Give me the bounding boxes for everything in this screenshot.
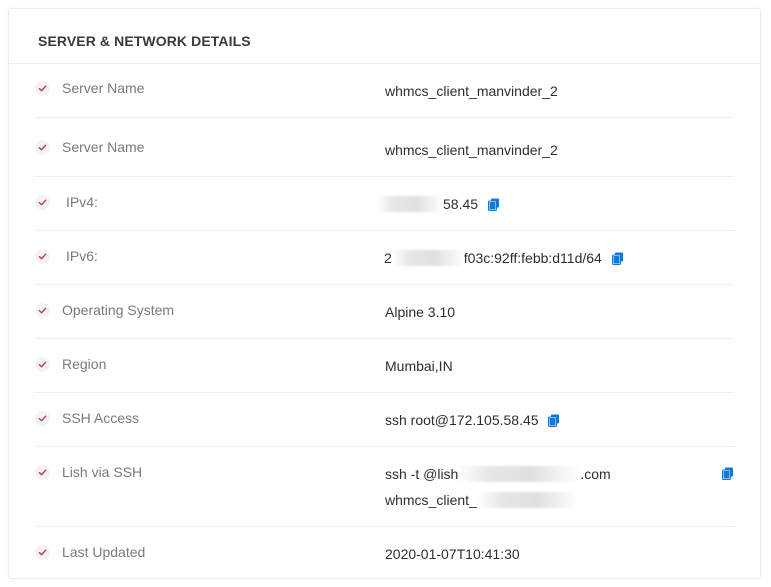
detail-label: Last Updated bbox=[62, 544, 146, 560]
detail-label: IPv6: bbox=[66, 248, 98, 264]
ipv6-prefix: 2 bbox=[384, 250, 392, 266]
copy-icon[interactable] bbox=[487, 198, 500, 211]
copy-icon[interactable] bbox=[722, 467, 734, 480]
check-icon bbox=[35, 357, 50, 372]
detail-value: 2 f03c:92ff:febb:d11d/64 bbox=[384, 250, 624, 266]
detail-row-last-updated: Last Updated 2020-01-07T10:41:30 bbox=[35, 527, 734, 577]
detail-label: Region bbox=[62, 356, 107, 372]
detail-label: IPv4: bbox=[66, 194, 98, 210]
detail-value: 2020-01-07T10:41:30 bbox=[385, 546, 520, 562]
check-icon bbox=[35, 140, 50, 155]
detail-row-region: Region Mumbai,IN bbox=[35, 339, 734, 393]
redacted-text bbox=[391, 250, 464, 266]
detail-row-ipv4: IPv4: 58.45 bbox=[35, 177, 734, 231]
check-icon bbox=[35, 465, 50, 480]
ipv4-visible: 58.45 bbox=[443, 196, 479, 212]
check-icon bbox=[35, 249, 50, 264]
check-icon bbox=[35, 303, 50, 318]
redacted-text bbox=[377, 196, 443, 212]
ssh-access-command: ssh root@172.105.58.45 bbox=[385, 412, 539, 428]
copy-icon[interactable] bbox=[548, 414, 560, 427]
detail-value: 58.45 bbox=[377, 196, 500, 212]
ipv6-visible: f03c:92ff:febb:d11d/64 bbox=[463, 250, 602, 266]
detail-label: SSH Access bbox=[62, 410, 140, 426]
check-icon bbox=[35, 81, 50, 96]
check-icon bbox=[35, 545, 50, 560]
detail-label: Lish via SSH bbox=[62, 464, 143, 480]
lish-user-prefix: whmcs_client_ bbox=[385, 492, 477, 508]
lish-command-suffix: .com bbox=[580, 466, 611, 482]
check-icon bbox=[35, 195, 50, 210]
detail-row-server-name-2: Server Name whmcs_client_manvinder_2 bbox=[35, 118, 734, 177]
lish-line-1: ssh -t @lish .com bbox=[385, 466, 611, 482]
redacted-text bbox=[458, 466, 581, 482]
lish-command-prefix: ssh -t @lish bbox=[385, 466, 459, 482]
check-icon bbox=[35, 411, 50, 426]
detail-row-lish-via-ssh: Lish via SSH ssh -t @lish .com whmcs_clie… bbox=[35, 447, 734, 527]
detail-label: Server Name bbox=[62, 139, 145, 155]
detail-row-ipv6: IPv6: 2 f03c:92ff:febb:d11d/64 bbox=[35, 231, 734, 285]
server-network-details-card: SERVER & NETWORK DETAILS Server Name whm… bbox=[8, 8, 761, 579]
detail-row-operating-system: Operating System Alpine 3.10 bbox=[35, 285, 734, 339]
detail-value: Mumbai,IN bbox=[385, 358, 453, 374]
details-list: Server Name whmcs_client_manvinder_2 Ser… bbox=[9, 64, 760, 577]
detail-value: ssh root@172.105.58.45 bbox=[385, 412, 560, 428]
lish-line-2: whmcs_client_ bbox=[385, 492, 577, 508]
detail-value: whmcs_client_manvinder_2 bbox=[385, 142, 558, 158]
detail-value: Alpine 3.10 bbox=[385, 304, 456, 320]
detail-row-ssh-access: SSH Access ssh root@172.105.58.45 bbox=[35, 393, 734, 447]
redacted-text bbox=[476, 492, 577, 508]
card-title: SERVER & NETWORK DETAILS bbox=[38, 33, 251, 49]
detail-row-server-name: Server Name whmcs_client_manvinder_2 bbox=[35, 64, 734, 118]
detail-label: Server Name bbox=[62, 80, 145, 96]
card-header: SERVER & NETWORK DETAILS bbox=[9, 9, 760, 64]
copy-icon[interactable] bbox=[611, 252, 624, 265]
detail-value: whmcs_client_manvinder_2 bbox=[385, 83, 558, 99]
detail-label: Operating System bbox=[62, 302, 175, 318]
